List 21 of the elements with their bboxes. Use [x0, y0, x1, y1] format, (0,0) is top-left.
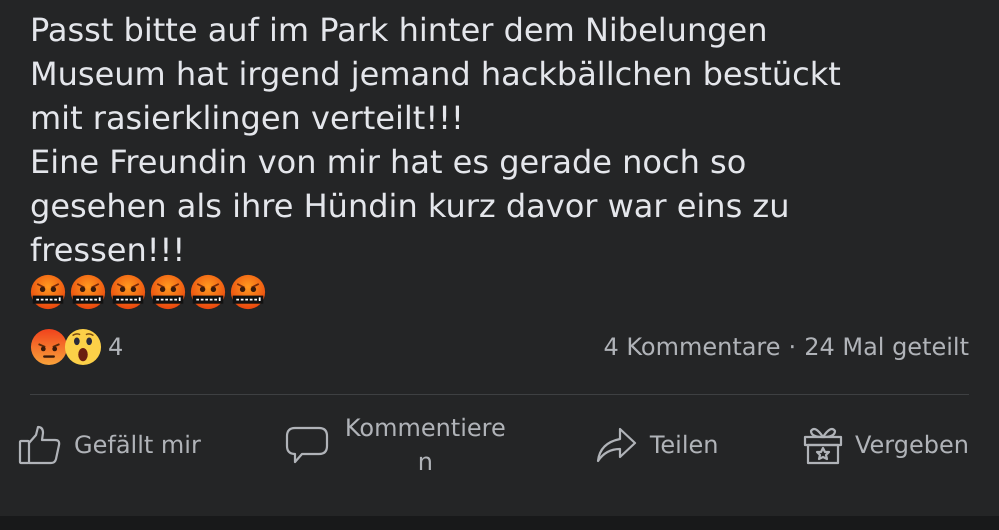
thumbs-up-icon — [18, 425, 62, 465]
cursing-face-icon — [70, 274, 106, 310]
cursing-face-icon — [230, 274, 266, 310]
cursing-face-icon — [190, 274, 226, 310]
share-count[interactable]: 24 Mal geteilt — [804, 333, 969, 361]
surprised-face-icon — [64, 328, 102, 366]
cursing-face-icon — [150, 274, 186, 310]
speech-bubble-icon — [285, 425, 330, 465]
angry-face-icon — [30, 328, 68, 366]
comment-button[interactable]: Kommentieren — [285, 411, 510, 479]
comment-count[interactable]: 4 Kommentare — [603, 333, 781, 361]
cursing-face-icon — [30, 274, 66, 310]
gift-icon — [802, 425, 843, 465]
share-button[interactable]: Teilen — [594, 425, 718, 465]
gift-button[interactable]: Vergeben — [802, 425, 969, 465]
post-text: Passt bitte auf im Park hinter dem Nibelungen Museum hat irgend jemand hackbällchen bestückt mit rasierklingen verteilt!!! — [30, 10, 842, 139]
separator-dot: · — [788, 333, 796, 361]
reaction-count[interactable]: 4 — [108, 333, 124, 361]
like-button[interactable]: Gefällt mir — [18, 425, 201, 465]
post-text: Eine Freundin von mir hat es gerade noch so gesehen als ihre Hündin kurz davor war eins zu fressen!!! — [30, 143, 790, 269]
cursing-face-icon — [110, 274, 146, 310]
